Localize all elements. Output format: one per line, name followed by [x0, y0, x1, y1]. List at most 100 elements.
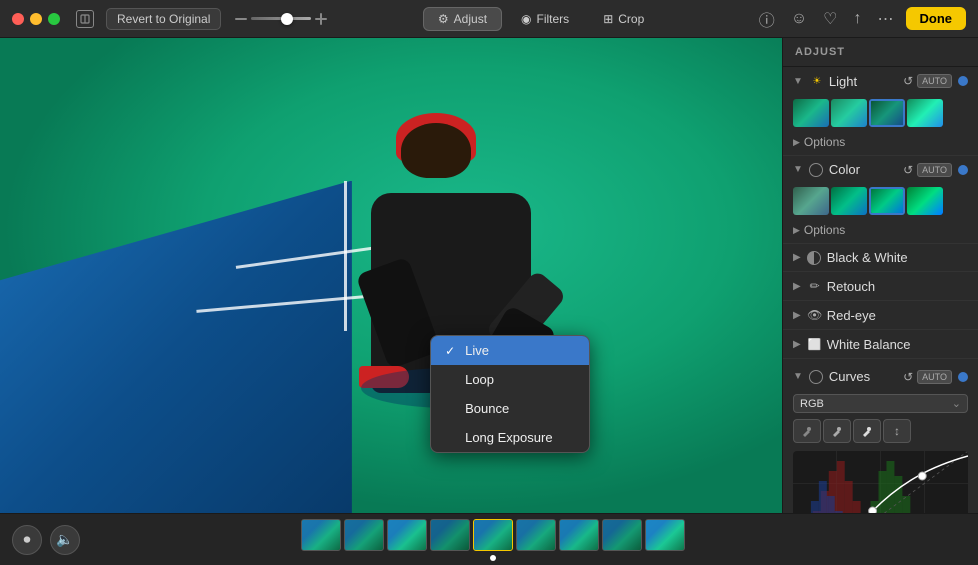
heart-button[interactable]: ♡	[819, 7, 841, 31]
light-thumbnails	[783, 95, 978, 133]
color-options-row[interactable]: ▶ Options	[783, 221, 978, 243]
panel-header: ADJUST	[783, 38, 978, 67]
curves-title: Curves	[829, 369, 899, 384]
color-auto-badge[interactable]: AUTO	[917, 163, 952, 177]
right-panel: ADJUST ▼ ☀ Light ↺ AUTO ▶ Options	[782, 38, 978, 513]
light-thumb-4[interactable]	[907, 99, 943, 127]
bw-toggle-icon	[807, 251, 821, 265]
toolbar-center: ⚙ Adjust ◉ Filters ⊞ Crop	[335, 7, 746, 31]
traffic-lights	[12, 13, 60, 25]
light-thumb-3[interactable]	[869, 99, 905, 127]
eyedropper-white-btn[interactable]	[853, 419, 881, 443]
light-thumb-2[interactable]	[831, 99, 867, 127]
eyedropper-mid-btn[interactable]	[823, 419, 851, 443]
retouch-section-header[interactable]: ▶ ✏ Retouch	[783, 272, 978, 300]
color-undo-icon[interactable]: ↺	[903, 163, 913, 177]
wb-chevron-icon: ▶	[793, 339, 801, 350]
blue-court	[0, 181, 352, 514]
light-chevron-icon: ▼	[793, 76, 803, 87]
light-thumb-1[interactable]	[793, 99, 829, 127]
face-button[interactable]: ☺	[787, 8, 811, 30]
light-auto-badge[interactable]: AUTO	[917, 74, 952, 88]
dropdown-item-bounce[interactable]: Bounce	[431, 394, 589, 423]
maximize-button[interactable]	[48, 13, 60, 25]
audio-button[interactable]: 🔈	[50, 525, 80, 555]
filmstrip	[301, 519, 685, 551]
color-thumb-2[interactable]	[831, 187, 867, 215]
color-thumb-1[interactable]	[793, 187, 829, 215]
bw-chevron-icon: ▶	[793, 252, 801, 263]
redeye-section-header[interactable]: ▶ 👁 Red-eye	[783, 301, 978, 329]
color-title: Color	[829, 162, 899, 177]
color-thumb-4[interactable]	[907, 187, 943, 215]
more-button[interactable]: ⋯	[874, 7, 898, 31]
playback-mode-dropdown[interactable]: ✓ Live Loop Bounce Long Exposure	[430, 335, 590, 453]
toolbar-right: ⓘ ☺ ♡ ↑ ⋯ Done	[755, 5, 966, 33]
rgb-channel-row: RGB ⌄	[783, 390, 978, 417]
light-undo-icon[interactable]: ↺	[903, 74, 913, 88]
crop-button[interactable]: ⊞ Crop	[588, 7, 659, 31]
film-thumb-3[interactable]	[387, 519, 427, 551]
film-thumb-2[interactable]	[344, 519, 384, 551]
check-icon: ✓	[445, 344, 457, 358]
curves-section-header[interactable]: ▼ Curves ↺ AUTO	[783, 363, 978, 390]
dropdown-item-live[interactable]: ✓ Live	[431, 336, 589, 365]
curves-section: ▼ Curves ↺ AUTO RGB ⌄	[783, 359, 978, 513]
dropdown-chevron-icon: ⌄	[952, 397, 961, 410]
redeye-title: Red-eye	[827, 308, 968, 323]
revert-button[interactable]: Revert to Original	[106, 8, 221, 30]
window-mode-icon	[76, 10, 94, 28]
info-button[interactable]: ⓘ	[755, 5, 779, 33]
wb-icon: ⬜	[807, 336, 823, 352]
light-active-dot	[958, 76, 968, 86]
film-thumb-6[interactable]	[516, 519, 556, 551]
bottom-left-controls: ⏺ 🔈	[12, 525, 80, 555]
rgb-channel-dropdown[interactable]: RGB ⌄	[793, 394, 968, 413]
minimize-button[interactable]	[30, 13, 42, 25]
filters-button[interactable]: ◉ Filters	[506, 7, 584, 31]
curves-reset-btn[interactable]: ↕	[883, 419, 911, 443]
film-thumb-1[interactable]	[301, 519, 341, 551]
share-button[interactable]: ↑	[850, 8, 866, 30]
film-thumb-5[interactable]	[473, 519, 513, 551]
film-thumb-7[interactable]	[559, 519, 599, 551]
light-section-header[interactable]: ▼ ☀ Light ↺ AUTO	[783, 67, 978, 95]
adjust-button[interactable]: ⚙ Adjust	[423, 7, 502, 31]
camera-button[interactable]: ⏺	[12, 525, 42, 555]
options-chevron-icon: ▶	[793, 137, 800, 148]
light-options-label: Options	[804, 135, 845, 149]
done-button[interactable]: Done	[906, 7, 967, 30]
color-section-header[interactable]: ▼ Color ↺ AUTO	[783, 156, 978, 183]
color-options-chevron-icon: ▶	[793, 225, 800, 236]
light-section: ▼ ☀ Light ↺ AUTO ▶ Options	[783, 67, 978, 156]
light-options-row[interactable]: ▶ Options	[783, 133, 978, 155]
dropdown-item-long-exposure[interactable]: Long Exposure	[431, 423, 589, 452]
color-thumb-3[interactable]	[869, 187, 905, 215]
adjust-icon: ⚙	[438, 12, 449, 26]
person-head	[401, 123, 471, 178]
eyedropper-black-btn[interactable]	[793, 419, 821, 443]
crop-icon: ⊞	[603, 12, 613, 26]
film-thumb-8[interactable]	[602, 519, 642, 551]
zoom-slider[interactable]	[235, 13, 327, 25]
wb-title: White Balance	[827, 337, 968, 352]
bw-title: Black & White	[827, 250, 968, 265]
photo-area: ✓ Live Loop Bounce Long Exposure	[0, 38, 782, 513]
bw-section-header[interactable]: ▶ Black & White	[783, 244, 978, 271]
court-line-v	[344, 181, 347, 331]
film-thumb-4[interactable]	[430, 519, 470, 551]
retouch-section: ▶ ✏ Retouch	[783, 272, 978, 301]
curves-chart[interactable]	[793, 451, 968, 513]
dropdown-item-loop[interactable]: Loop	[431, 365, 589, 394]
curves-chevron-icon: ▼	[793, 371, 803, 382]
film-thumb-9[interactable]	[645, 519, 685, 551]
color-toggle-icon	[809, 163, 823, 177]
close-button[interactable]	[12, 13, 24, 25]
curves-undo-icon[interactable]: ↺	[903, 370, 913, 384]
color-options-label: Options	[804, 223, 845, 237]
curves-auto-badge[interactable]: AUTO	[917, 370, 952, 384]
wb-section-header[interactable]: ▶ ⬜ White Balance	[783, 330, 978, 358]
bottom-bar: ⏺ 🔈	[0, 513, 978, 565]
retouch-icon: ✏	[807, 278, 823, 294]
main-content: ✓ Live Loop Bounce Long Exposure ADJUST …	[0, 38, 978, 513]
